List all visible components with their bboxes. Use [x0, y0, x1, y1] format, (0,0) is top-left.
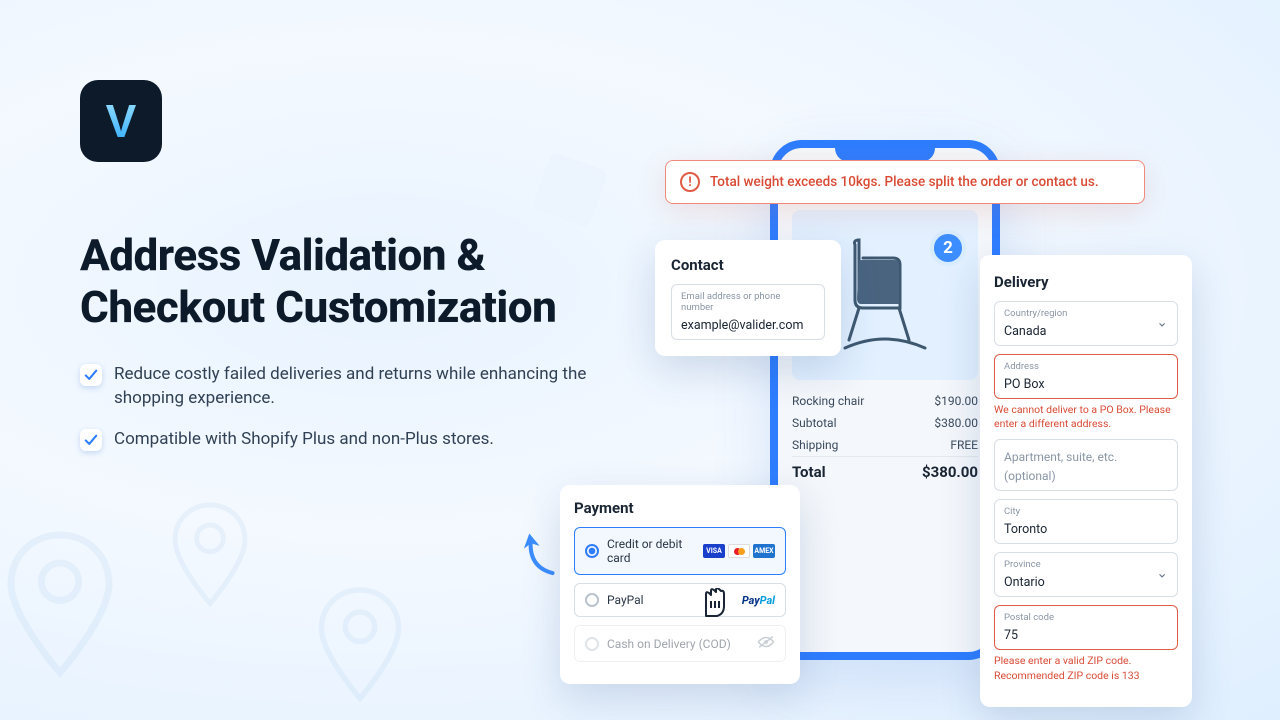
step-badge: 2	[930, 230, 966, 266]
hidden-icon	[757, 635, 775, 652]
payment-option-card[interactable]: Credit or debit card VISA AMEX	[574, 527, 786, 575]
hero-title: Address Validation & Checkout Customizat…	[80, 230, 640, 334]
app-logo: V	[80, 80, 162, 162]
payment-option-cod[interactable]: Cash on Delivery (COD)	[574, 625, 786, 662]
postal-error-text: Please enter a valid ZIP code. Recommend…	[994, 654, 1178, 682]
alert-icon: !	[680, 172, 700, 192]
delivery-card: Delivery Country/region Canada Address P…	[980, 255, 1192, 707]
address-error-text: We cannot deliver to a PO Box. Please en…	[994, 403, 1178, 431]
postal-field[interactable]: Postal code 75	[994, 605, 1178, 650]
email-field[interactable]: Email address or phone number example@va…	[671, 284, 825, 340]
delivery-title: Delivery	[994, 273, 1178, 291]
cube-decoration	[532, 152, 609, 229]
payment-card: Payment Credit or debit card VISA AMEX P…	[560, 485, 800, 684]
contact-title: Contact	[671, 256, 825, 274]
radio-selected-icon	[585, 544, 599, 558]
shipping-row: ShippingFREE	[792, 434, 978, 456]
order-item-row: Rocking chair$190.00	[792, 390, 978, 412]
check-icon	[80, 364, 102, 386]
map-pin-decoration	[316, 585, 404, 706]
cursor-icon	[700, 588, 730, 628]
subtotal-row: Subtotal$380.00	[792, 412, 978, 434]
address-field[interactable]: Address PO Box	[994, 354, 1178, 399]
radio-icon	[585, 637, 599, 651]
payment-option-paypal[interactable]: PayPal PayPal	[574, 583, 786, 617]
arrow-icon	[515, 527, 565, 592]
total-row: Total$380.00	[792, 456, 978, 485]
phone-mockup: Order summary Rocking chair$190.00 Subto…	[770, 140, 1000, 660]
country-select[interactable]: Country/region Canada	[994, 301, 1178, 346]
city-field[interactable]: City Toronto	[994, 499, 1178, 544]
province-select[interactable]: Province Ontario	[994, 552, 1178, 597]
paypal-logo-icon: PayPal	[742, 594, 775, 607]
radio-icon	[585, 593, 599, 607]
check-icon	[80, 429, 102, 451]
hero-bullet: Reduce costly failed deliveries and retu…	[80, 362, 640, 411]
error-banner-text: Total weight exceeds 10kgs. Please split…	[710, 174, 1099, 190]
error-banner: ! Total weight exceeds 10kgs. Please spl…	[665, 160, 1145, 204]
hero-bullet: Compatible with Shopify Plus and non-Plu…	[80, 427, 640, 452]
map-pin-decoration	[170, 500, 250, 610]
contact-card: Contact Email address or phone number ex…	[655, 240, 841, 356]
card-brand-icons: VISA AMEX	[703, 544, 775, 558]
apartment-field[interactable]: Apartment, suite, etc. (optional)	[994, 439, 1178, 491]
payment-title: Payment	[574, 499, 786, 517]
map-pin-decoration	[4, 528, 116, 682]
